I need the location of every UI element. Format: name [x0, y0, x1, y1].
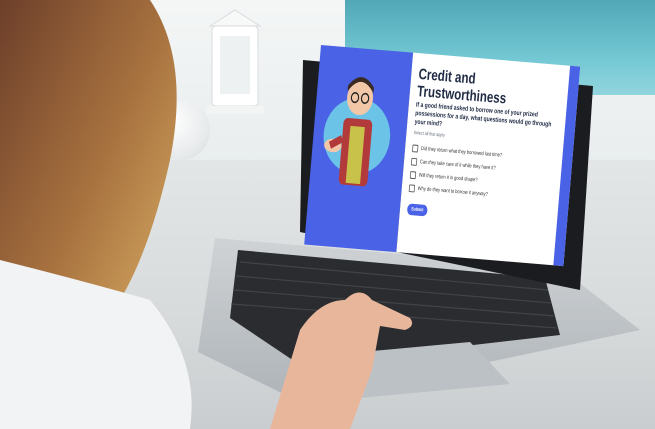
hand — [270, 292, 413, 429]
